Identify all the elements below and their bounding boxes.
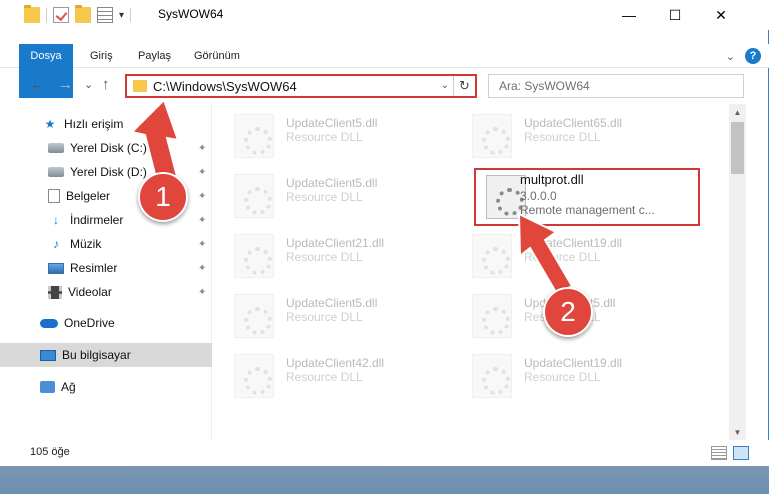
annotation-arrows [130, 98, 574, 296]
arrow-2 [517, 212, 574, 296]
arrow-1 [130, 98, 181, 186]
step-1-callout: 1 [138, 172, 188, 222]
step-2-callout: 2 [543, 287, 593, 337]
